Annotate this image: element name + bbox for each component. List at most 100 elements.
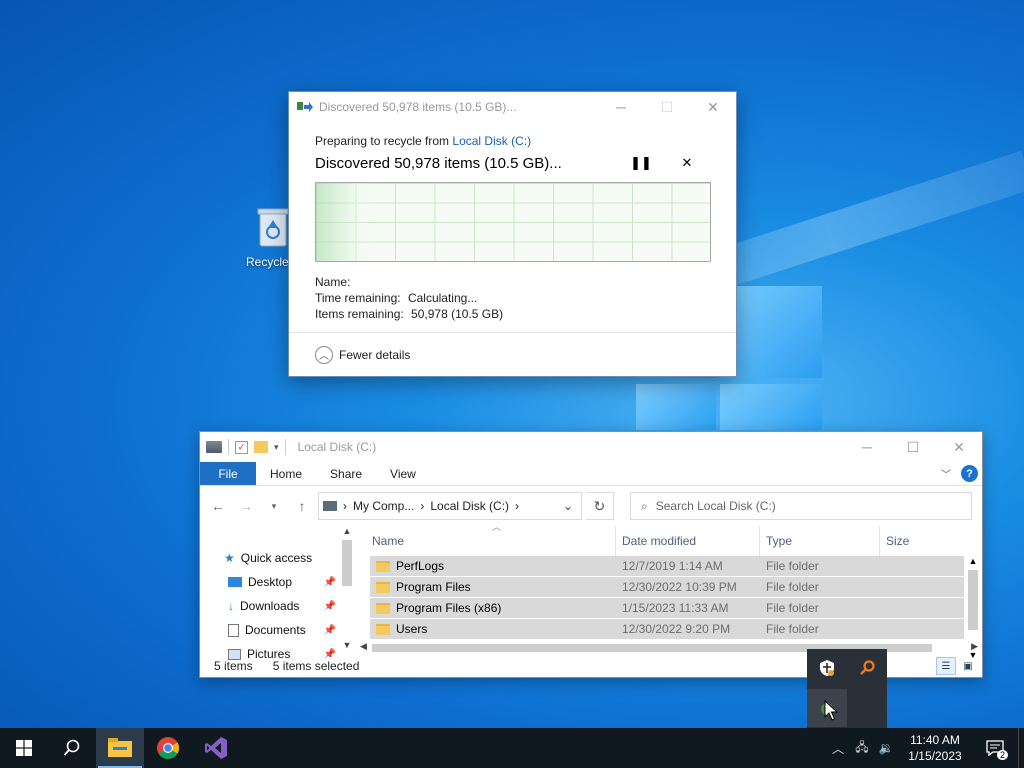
desktop-icon — [228, 577, 242, 587]
close-button[interactable]: ✕ — [690, 92, 736, 122]
nav-quick-access-label: Quick access — [240, 551, 313, 565]
recent-locations-button[interactable]: ▾ — [262, 501, 286, 512]
tab-home[interactable]: Home — [256, 462, 316, 485]
folder-icon — [376, 602, 390, 614]
nav-desktop[interactable]: Desktop 📌 — [200, 570, 356, 594]
cell-name: Program Files — [370, 580, 616, 594]
tab-file[interactable]: File — [200, 462, 256, 485]
taskbar-chrome[interactable] — [144, 728, 192, 768]
tab-view[interactable]: View — [376, 462, 430, 485]
security-shield-icon[interactable] — [807, 649, 847, 687]
column-type[interactable]: Type — [760, 526, 880, 556]
network-icon[interactable]: 🖧 — [850, 738, 874, 759]
breadcrumb-local-disk[interactable]: Local Disk (C:) — [430, 499, 509, 513]
file-name: Users — [396, 622, 428, 636]
cancel-operation-button[interactable]: ✕ — [664, 155, 710, 171]
details-view-button[interactable]: ☰ — [936, 657, 956, 675]
refresh-button[interactable]: ↻ — [586, 492, 614, 520]
column-date-modified[interactable]: Date modified — [616, 526, 760, 556]
up-button[interactable]: ↑ — [290, 498, 314, 514]
cell-name: Users — [370, 622, 616, 636]
nav-quick-access[interactable]: ★ Quick access — [200, 546, 356, 570]
cell-type: File folder — [766, 601, 819, 615]
table-row[interactable]: Users 12/30/2022 9:20 PM File folder — [370, 619, 964, 640]
explorer-maximize-button[interactable]: ☐ — [890, 432, 936, 462]
drive-icon[interactable] — [206, 441, 222, 453]
mouse-cursor-icon — [824, 700, 838, 721]
back-button[interactable]: ← — [206, 498, 230, 514]
fewer-details-toggle[interactable]: ︿ Fewer details — [289, 332, 736, 376]
nav-scrollbar[interactable]: ▲ ▼ — [340, 526, 354, 650]
chevron-up-icon: ︿ — [315, 345, 333, 364]
start-button[interactable] — [0, 728, 48, 768]
taskbar-search-button[interactable] — [48, 728, 96, 768]
clock-time: 11:40 AM — [910, 733, 960, 747]
time-remaining-value: Calculating... — [407, 291, 478, 305]
nav-downloads-label: Downloads — [240, 599, 300, 613]
file-explorer-icon — [108, 738, 132, 757]
search-tool-icon[interactable] — [847, 649, 887, 687]
help-icon[interactable]: ? — [961, 465, 978, 482]
notification-count-badge: 2 — [996, 750, 1008, 760]
pin-icon[interactable]: 📌 — [324, 577, 336, 588]
items-remaining-value: 50,978 (10.5 GB) — [411, 307, 504, 321]
volume-icon[interactable]: 🔉 — [874, 741, 898, 755]
cell-date: 12/30/2022 10:39 PM — [622, 580, 737, 594]
table-row[interactable]: Program Files (x86) 1/15/2023 11:33 AM Fil… — [370, 598, 964, 619]
large-icons-view-button[interactable]: ▣ — [958, 657, 978, 675]
name-label: Name: — [315, 275, 351, 289]
cell-date: 12/7/2019 1:14 AM — [622, 559, 723, 573]
items-remaining-label: Items remaining: — [315, 307, 404, 321]
nav-downloads[interactable]: ↓ Downloads 📌 — [200, 594, 356, 618]
table-row[interactable]: Program Files 12/30/2022 10:39 PM File fol… — [370, 577, 964, 598]
cell-date: 1/15/2023 11:33 AM — [622, 601, 729, 615]
show-hidden-icons-button[interactable]: ︿ — [826, 740, 850, 757]
nav-desktop-label: Desktop — [248, 575, 293, 589]
address-dropdown-icon[interactable]: ⌄ — [555, 499, 581, 513]
fewer-details-label: Fewer details — [339, 347, 411, 362]
dialog-subtitle: Preparing to recycle from Local Disk (C:… — [315, 134, 710, 148]
file-explorer-window: ✓ ▾ Local Disk (C:) ─ ☐ ✕ File Home Shar… — [199, 431, 983, 678]
operation-details: Name: Time remaining: Calculating... Ite… — [315, 274, 710, 322]
properties-icon[interactable]: ✓ — [235, 440, 248, 454]
file-rows: PerfLogs 12/7/2019 1:14 AM File folder Prog… — [356, 556, 982, 640]
taskbar-file-explorer[interactable] — [96, 728, 144, 768]
dialog-titlebar: Discovered 50,978 items (10.5 GB)... ─ ☐… — [289, 92, 736, 122]
pause-button[interactable]: ❚❚ — [618, 155, 664, 171]
taskbar-visual-studio[interactable] — [192, 728, 240, 768]
ribbon-tabs: File Home Share View ﹀ ? — [200, 462, 982, 486]
address-row: ← → ▾ ↑ › My Comp... › Local Disk (C:) ›… — [200, 486, 982, 526]
item-count: 5 items — [214, 659, 253, 673]
nav-documents[interactable]: Documents 📌 — [200, 618, 356, 642]
search-icon: ⌕ — [641, 498, 648, 513]
address-bar[interactable]: › My Comp... › Local Disk (C:) › ⌄ — [318, 492, 582, 520]
source-link[interactable]: Local Disk (C:) — [452, 134, 531, 148]
customize-toolbar-icon[interactable]: ▾ — [274, 442, 279, 453]
time-remaining-label: Time remaining: — [315, 291, 401, 305]
tab-share[interactable]: Share — [316, 462, 376, 485]
search-input[interactable]: ⌕ Search Local Disk (C:) — [630, 492, 972, 520]
show-desktop-button[interactable] — [1018, 728, 1024, 768]
folder-icon — [376, 581, 390, 593]
table-row[interactable]: PerfLogs 12/7/2019 1:14 AM File folder — [370, 556, 964, 577]
visual-studio-icon — [205, 737, 227, 759]
cell-name: Program Files (x86) — [370, 601, 616, 615]
system-clock[interactable]: 11:40 AM 1/15/2023 — [898, 732, 972, 764]
pin-icon[interactable]: 📌 — [324, 625, 336, 636]
column-size[interactable]: Size — [880, 526, 950, 556]
action-center-button[interactable]: 2 — [972, 728, 1018, 768]
maximize-button[interactable]: ☐ — [644, 92, 690, 122]
expand-ribbon-icon[interactable]: ﹀ — [941, 466, 951, 481]
file-transfer-icon — [297, 102, 313, 112]
column-name[interactable]: Name — [356, 526, 616, 556]
explorer-minimize-button[interactable]: ─ — [844, 432, 890, 462]
breadcrumb-my-computer[interactable]: My Comp... — [353, 499, 414, 513]
explorer-close-button[interactable]: ✕ — [936, 432, 982, 462]
new-folder-icon[interactable] — [254, 441, 268, 453]
forward-button[interactable]: → — [234, 498, 258, 514]
minimize-button[interactable]: ─ — [598, 92, 644, 122]
sort-ascending-icon: ︿ — [492, 522, 502, 532]
quick-access-toolbar: ✓ ▾ — [206, 439, 286, 455]
nav-documents-label: Documents — [245, 623, 306, 637]
pin-icon[interactable]: 📌 — [324, 601, 336, 612]
